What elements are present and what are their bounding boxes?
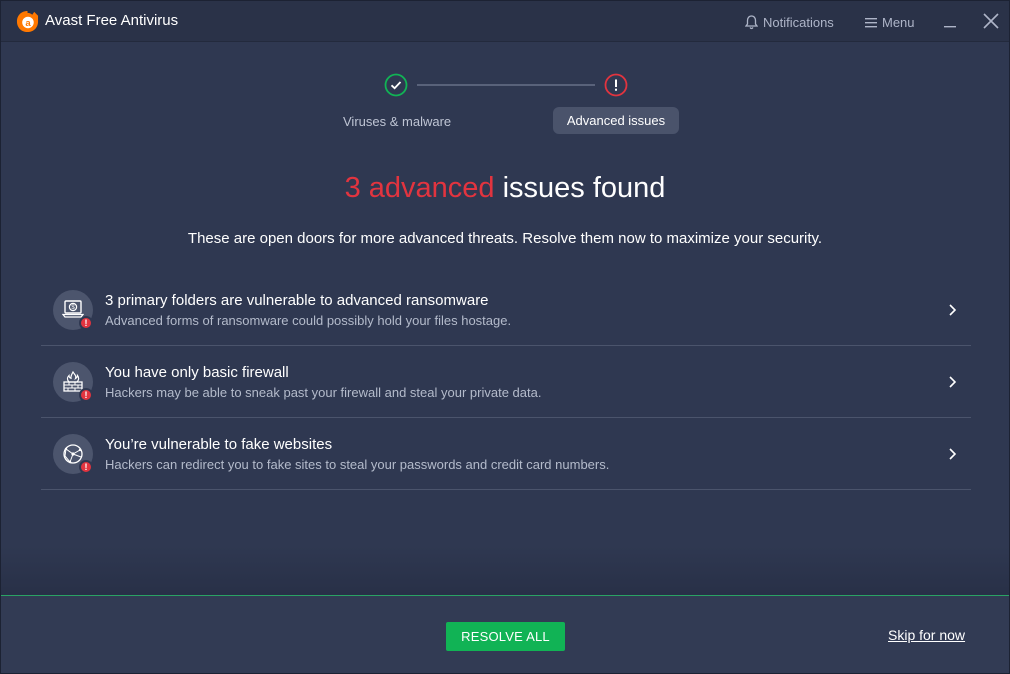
issues-list: $ ! 3 primary folders are vulnerable to …: [41, 274, 971, 490]
notifications-label: Notifications: [763, 14, 834, 30]
issue-icon-container: !: [53, 362, 93, 402]
issue-fake-websites[interactable]: ! You’re vulnerable to fake websites Hac…: [41, 418, 971, 490]
issue-title: You have only basic firewall: [105, 364, 289, 381]
warning-badge-icon: !: [79, 388, 93, 402]
skip-for-now-link[interactable]: Skip for now: [888, 627, 965, 643]
app-window: a Avast Free Antivirus Notifications Men…: [0, 0, 1010, 674]
exclamation-icon: [604, 73, 628, 97]
resolve-all-button[interactable]: RESOLVE ALL: [446, 622, 565, 651]
issue-title: You’re vulnerable to fake websites: [105, 436, 333, 453]
app-title: Avast Free Antivirus: [45, 12, 179, 29]
issue-firewall[interactable]: ! You have only basic firewall Hackers m…: [41, 346, 971, 418]
minimize-icon[interactable]: [941, 11, 961, 31]
issue-icon-container: $ !: [53, 290, 93, 330]
issue-ransomware[interactable]: $ ! 3 primary folders are vulnerable to …: [41, 274, 971, 346]
step-advanced-issues-label: Advanced issues: [566, 113, 666, 128]
page-title-rest: issues found: [494, 172, 666, 204]
hamburger-icon: [865, 17, 877, 27]
page-subtitle: These are open doors for more advanced t…: [187, 230, 823, 247]
menu-button[interactable]: Menu: [865, 13, 915, 31]
issue-description: Hackers may be able to sneak past your f…: [105, 385, 542, 400]
avast-logo-icon: a: [16, 10, 39, 33]
page-title: 3 advanced issues found: [1, 172, 1009, 205]
chevron-right-icon: [949, 448, 957, 460]
chevron-right-icon: [949, 304, 957, 316]
issue-icon-container: !: [53, 434, 93, 474]
issue-title: 3 primary folders are vulnerable to adva…: [105, 292, 489, 309]
footer-bar: RESOLVE ALL Skip for now: [1, 595, 1009, 673]
page-title-count: 3 advanced: [344, 172, 495, 204]
notifications-button[interactable]: Notifications: [745, 13, 834, 31]
issue-description: Advanced forms of ransomware could possi…: [105, 313, 512, 328]
menu-label: Menu: [882, 14, 915, 30]
svg-text:a: a: [25, 18, 31, 29]
footer-fade: [1, 546, 1009, 596]
check-icon: [384, 73, 408, 97]
close-icon[interactable]: [981, 11, 1001, 31]
issue-description: Hackers can redirect you to fake sites t…: [105, 457, 610, 472]
warning-badge-icon: !: [79, 460, 93, 474]
warning-badge-icon: !: [79, 316, 93, 330]
title-bar: a Avast Free Antivirus Notifications Men…: [1, 1, 1009, 42]
step-advanced-issues[interactable]: Advanced issues: [553, 107, 679, 134]
step-viruses-malware[interactable]: Viruses & malware: [343, 114, 451, 129]
chevron-right-icon: [949, 376, 957, 388]
stepper-connector: [417, 84, 595, 86]
bell-icon: [745, 14, 758, 29]
